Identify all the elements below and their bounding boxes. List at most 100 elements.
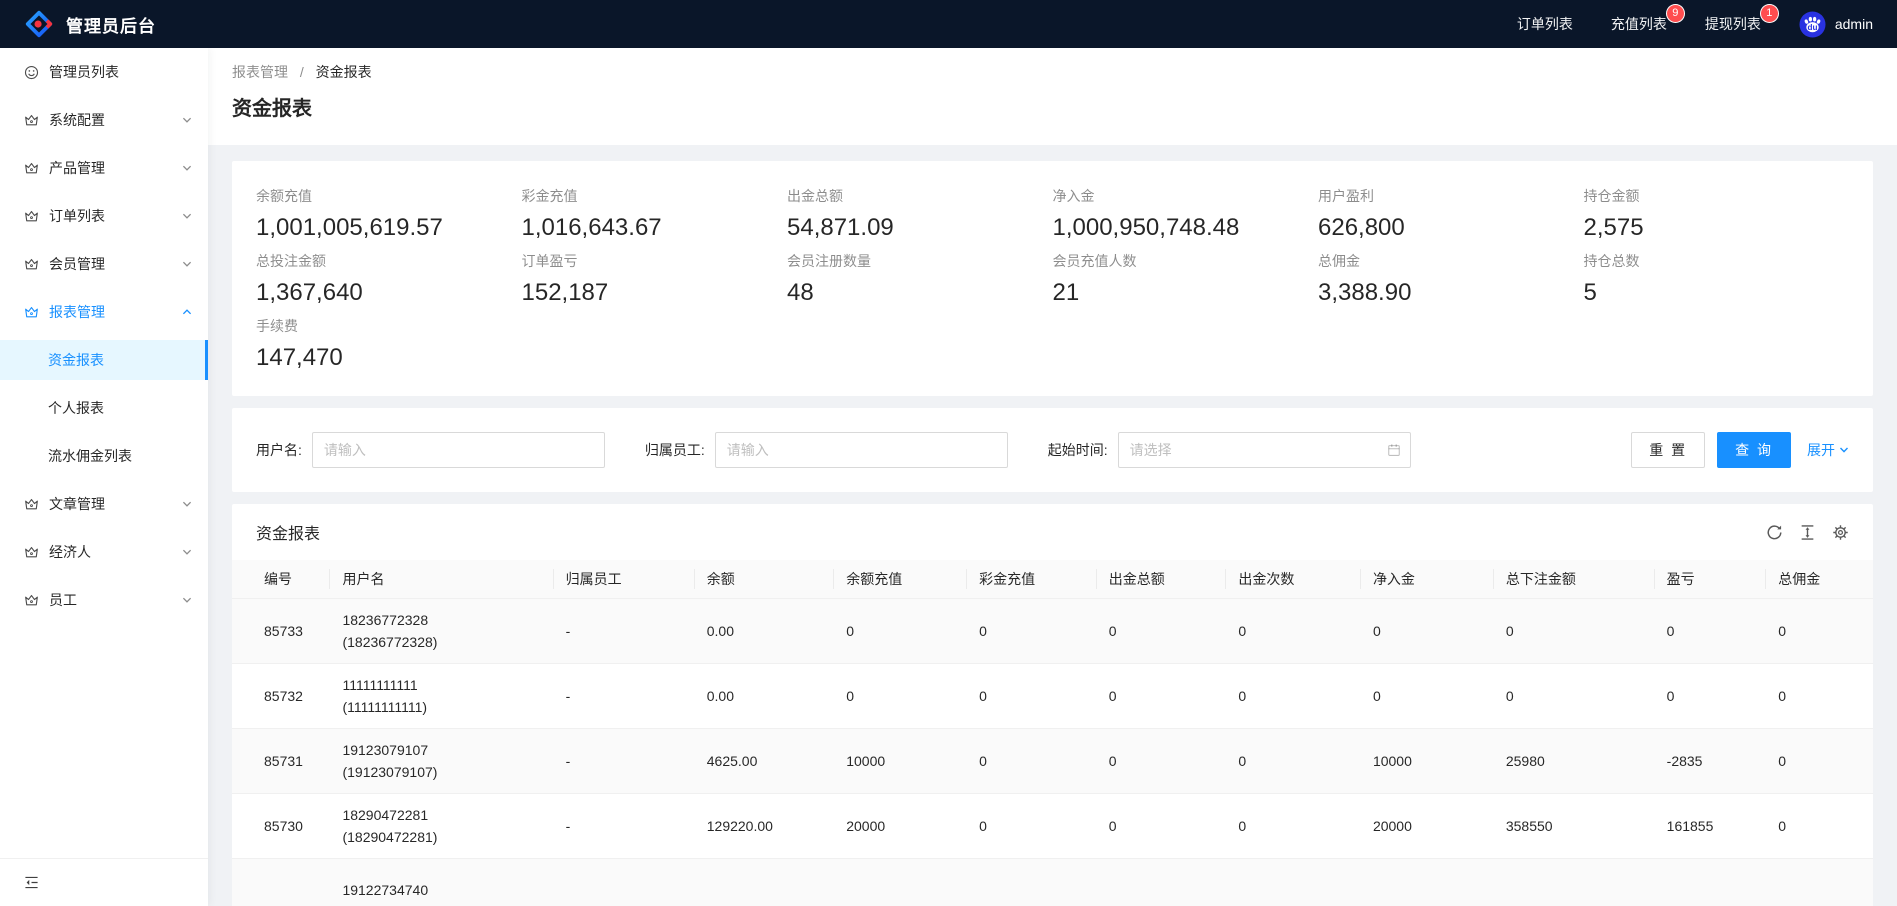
- table-cell: 0.00: [695, 599, 834, 664]
- stat-item: 会员注册数量48: [787, 251, 1053, 309]
- column-header[interactable]: 余额充值: [834, 560, 967, 599]
- table-cell: 25980: [1494, 729, 1655, 794]
- table-cell: 20000: [1361, 794, 1494, 859]
- column-height-icon[interactable]: [1799, 524, 1816, 541]
- table-cell: 11111111111(11111111111): [330, 664, 553, 729]
- table-cell: 0: [1361, 664, 1494, 729]
- table-cell: [1226, 859, 1361, 906]
- settings-gear-icon[interactable]: [1832, 524, 1849, 541]
- table-header-row: 编号用户名归属员工余额余额充值彩金充值出金总额出金次数净入金总下注金额盈亏总佣金: [232, 560, 1873, 599]
- nav-item[interactable]: 订单列表: [1517, 14, 1573, 34]
- table-cell: [1766, 859, 1873, 906]
- table-cell: [232, 859, 330, 906]
- table-row[interactable]: 8573211111111111(11111111111)-0.00000000…: [232, 664, 1873, 729]
- reset-button[interactable]: 重 置: [1631, 432, 1705, 468]
- table-cell: 85732: [232, 664, 330, 729]
- table-cell: 161855: [1655, 794, 1767, 859]
- sidebar-item[interactable]: 订单列表: [0, 196, 208, 236]
- avatar: du: [1799, 11, 1826, 38]
- column-header[interactable]: 出金次数: [1226, 560, 1361, 599]
- sidebar-subitem[interactable]: 资金报表: [0, 340, 208, 380]
- sidebar-collapse-trigger[interactable]: [0, 858, 208, 906]
- table-cell: [554, 859, 695, 906]
- table-row[interactable]: 8573018290472281(18290472281)-129220.002…: [232, 794, 1873, 859]
- sidebar-subitem[interactable]: 个人报表: [0, 388, 208, 428]
- app-title: 管理员后台: [66, 12, 156, 37]
- brand[interactable]: 管理员后台: [24, 9, 156, 39]
- table-cell: 85731: [232, 729, 330, 794]
- breadcrumb-current: 资金报表: [316, 64, 372, 80]
- sidebar-item-label: 员工: [49, 590, 182, 610]
- table-cell: 85730: [232, 794, 330, 859]
- calendar-icon: [1387, 443, 1401, 457]
- sidebar-item[interactable]: 报表管理: [0, 292, 208, 332]
- table-row[interactable]: 19122734740: [232, 859, 1873, 906]
- table-row[interactable]: 8573119123079107(19123079107)-4625.00100…: [232, 729, 1873, 794]
- sidebar-item[interactable]: 经济人: [0, 532, 208, 572]
- sidebar-item[interactable]: 管理员列表: [0, 52, 208, 92]
- stat-label: 彩金充值: [522, 186, 788, 206]
- stat-label: 持仓总数: [1584, 251, 1850, 271]
- chevron-up-icon: [182, 307, 192, 317]
- user-menu[interactable]: du admin: [1799, 11, 1873, 38]
- column-header[interactable]: 盈亏: [1655, 560, 1767, 599]
- sidebar-item[interactable]: 系统配置: [0, 100, 208, 140]
- sidebar-item[interactable]: 文章管理: [0, 484, 208, 524]
- stat-value: 21: [1053, 277, 1319, 309]
- sidebar-item-label: 订单列表: [49, 206, 182, 226]
- sidebar-item[interactable]: 员工: [0, 580, 208, 620]
- table-cell: 19123079107(19123079107): [330, 729, 553, 794]
- table-cell: 0: [1655, 599, 1767, 664]
- table-cell: 0: [1097, 599, 1227, 664]
- menu-fold-icon: [24, 875, 39, 890]
- column-header[interactable]: 出金总额: [1097, 560, 1227, 599]
- start-time-input[interactable]: [1118, 432, 1411, 468]
- reload-icon[interactable]: [1766, 524, 1783, 541]
- table-cell: 0: [967, 794, 1097, 859]
- table-cell: 0: [1226, 729, 1361, 794]
- column-header[interactable]: 净入金: [1361, 560, 1494, 599]
- column-header[interactable]: 用户名: [330, 560, 553, 599]
- table-cell: 358550: [1494, 794, 1655, 859]
- table-cell: 20000: [834, 794, 967, 859]
- search-button[interactable]: 查 询: [1717, 432, 1791, 468]
- expand-link[interactable]: 展开: [1807, 440, 1849, 460]
- column-header[interactable]: 编号: [232, 560, 330, 599]
- table-title: 资金报表: [256, 520, 320, 544]
- nav-item[interactable]: 充值列表9: [1611, 14, 1667, 34]
- table-row[interactable]: 8573318236772328(18236772328)-0.00000000…: [232, 599, 1873, 664]
- stat-value: 626,800: [1318, 212, 1584, 244]
- crown-icon: [24, 593, 39, 608]
- stat-label: 持仓金额: [1584, 186, 1850, 206]
- table-cell: [834, 859, 967, 906]
- sidebar-item[interactable]: 会员管理: [0, 244, 208, 284]
- nav-item-label: 充值列表: [1611, 16, 1667, 32]
- sidebar-subitem[interactable]: 流水佣金列表: [0, 436, 208, 476]
- username-input[interactable]: [312, 432, 605, 468]
- column-header[interactable]: 余额: [695, 560, 834, 599]
- sidebar-item[interactable]: 产品管理: [0, 148, 208, 188]
- column-header[interactable]: 归属员工: [554, 560, 695, 599]
- breadcrumb-section[interactable]: 报表管理: [232, 64, 288, 80]
- staff-input[interactable]: [715, 432, 1008, 468]
- table-cell: 0: [967, 729, 1097, 794]
- column-header[interactable]: 总下注金额: [1494, 560, 1655, 599]
- table-cell: [695, 859, 834, 906]
- sidebar-subitem-label: 个人报表: [48, 398, 104, 418]
- stat-value: 147,470: [256, 342, 522, 374]
- stat-item: 总佣金3,388.90: [1318, 251, 1584, 309]
- app-logo-icon: [24, 9, 54, 39]
- stat-label: 总佣金: [1318, 251, 1584, 271]
- table-cell: 0: [1655, 664, 1767, 729]
- column-header[interactable]: 彩金充值: [967, 560, 1097, 599]
- stat-item: 彩金充值1,016,643.67: [522, 186, 788, 244]
- chevron-down-icon: [182, 115, 192, 125]
- nav-item[interactable]: 提现列表1: [1705, 14, 1761, 34]
- breadcrumb: 报表管理 / 资金报表: [232, 62, 1873, 82]
- nav-item-label: 订单列表: [1517, 16, 1573, 32]
- stat-label: 订单盈亏: [522, 251, 788, 271]
- sidebar-item-label: 产品管理: [49, 158, 182, 178]
- report-table-card: 资金报表 编号用户名归属员工余额余额充值彩金充值出金总额出金次数净入金总下注金额…: [232, 504, 1873, 906]
- sidebar-subitem-label: 流水佣金列表: [48, 446, 132, 466]
- column-header[interactable]: 总佣金: [1766, 560, 1873, 599]
